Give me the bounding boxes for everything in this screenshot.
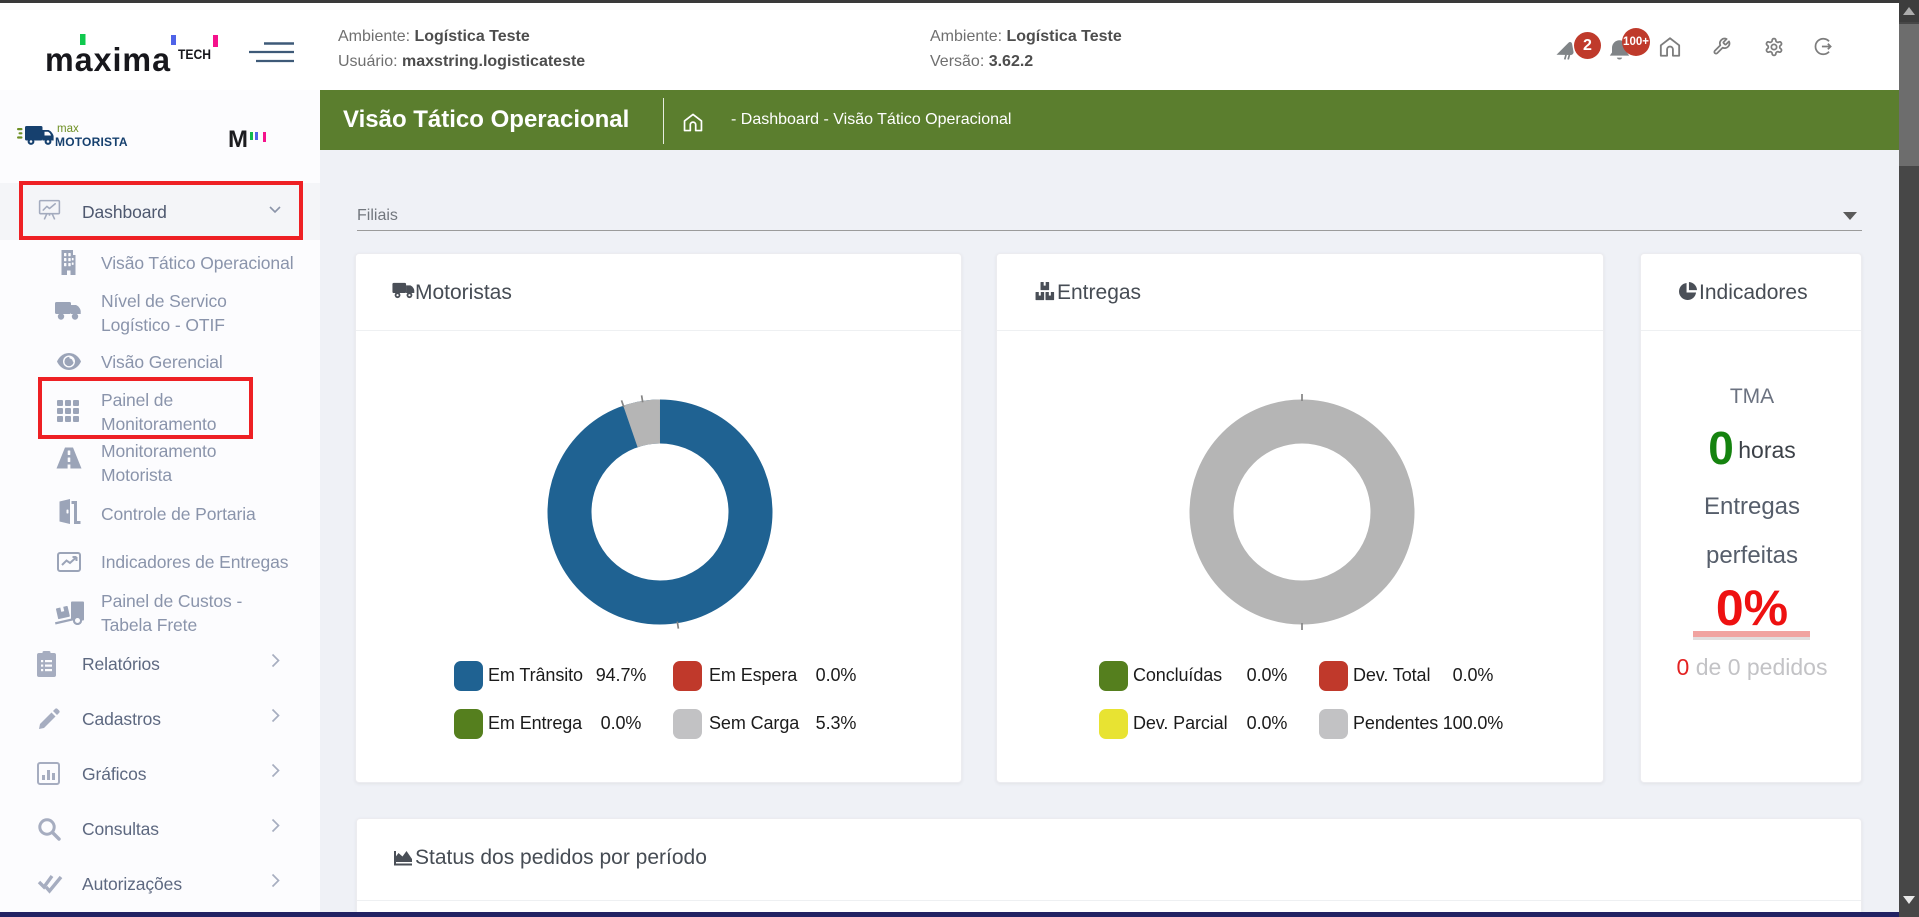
svg-text:TECH: TECH: [178, 47, 211, 62]
svg-text:maxima: maxima: [45, 41, 171, 75]
